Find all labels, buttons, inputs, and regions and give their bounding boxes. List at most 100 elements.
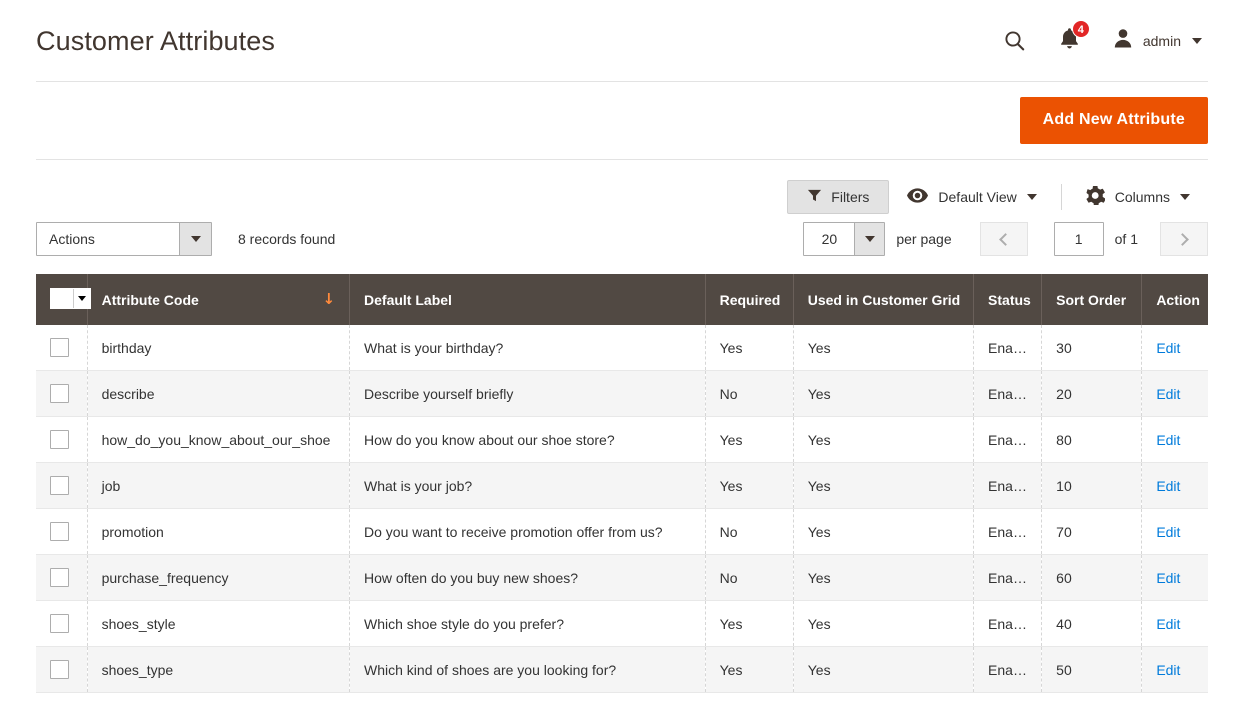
chevron-down-icon — [190, 236, 201, 242]
row-checkbox[interactable] — [50, 614, 69, 633]
row-checkbox[interactable] — [50, 338, 69, 357]
column-header-action: Action — [1141, 274, 1208, 325]
page-header: Customer Attributes 4 admin — [36, 0, 1208, 82]
row-checkbox[interactable] — [50, 660, 69, 679]
edit-link[interactable]: Edit — [1156, 616, 1180, 632]
edit-link[interactable]: Edit — [1156, 432, 1180, 448]
edit-link[interactable]: Edit — [1156, 386, 1180, 402]
column-header-sort-order[interactable]: Sort Order — [1041, 274, 1143, 325]
edit-link[interactable]: Edit — [1156, 524, 1180, 540]
cell-sort-order: 40 — [1041, 600, 1143, 647]
notifications-button[interactable]: 4 — [1043, 19, 1096, 62]
page-number-input[interactable] — [1053, 222, 1104, 256]
cell-action: Edit — [1141, 370, 1208, 417]
column-header-used-in-customer-grid[interactable]: Used in Customer Grid — [793, 274, 975, 325]
cell-required: Yes — [705, 325, 794, 371]
cell-used-in-customer-grid: Yes — [793, 325, 975, 371]
cell-attribute-code: shoes_type — [87, 646, 351, 693]
filters-button[interactable]: Filters — [787, 180, 890, 214]
cell-used-in-customer-grid: Yes — [793, 554, 975, 601]
search-icon — [1003, 29, 1027, 53]
table-row: promotion Do you want to receive promotio… — [36, 508, 1208, 555]
row-checkbox[interactable] — [50, 568, 69, 587]
row-checkbox[interactable] — [50, 522, 69, 541]
cell-sort-order: 70 — [1041, 508, 1143, 555]
cell-default-label: Which kind of shoes are you looking for? — [349, 646, 706, 693]
row-select-cell[interactable] — [36, 600, 88, 647]
row-select-cell[interactable] — [36, 325, 88, 371]
notification-badge: 4 — [1071, 19, 1090, 38]
row-checkbox[interactable] — [50, 476, 69, 495]
total-pages-label: of 1 — [1114, 231, 1138, 247]
row-checkbox[interactable] — [50, 430, 69, 449]
column-header-status[interactable]: Status — [973, 274, 1043, 325]
table-header-row: Attribute Code ↓ Default Label Required … — [36, 274, 1208, 325]
edit-link[interactable]: Edit — [1156, 570, 1180, 586]
chevron-left-icon — [998, 232, 1012, 246]
per-page-label: per page — [896, 231, 952, 247]
row-select-cell[interactable] — [36, 508, 88, 555]
search-button[interactable] — [987, 20, 1043, 62]
cell-used-in-customer-grid: Yes — [793, 508, 975, 555]
cell-sort-order: 50 — [1041, 646, 1143, 693]
table-row: describe Describe yourself briefly No Yes En… — [36, 370, 1208, 417]
cell-action: Edit — [1141, 554, 1208, 601]
table-row: purchase_frequency How often do you buy n… — [36, 554, 1208, 601]
chevron-down-icon — [78, 296, 86, 301]
table-row: birthday What is your birthday? Yes Yes Enab… — [36, 325, 1208, 371]
previous-page-button[interactable] — [979, 222, 1028, 256]
row-checkbox[interactable] — [50, 384, 69, 403]
chevron-down-icon — [864, 236, 875, 242]
actions-dropdown-toggle[interactable] — [179, 223, 211, 255]
admin-menu[interactable]: admin — [1096, 27, 1208, 54]
edit-link[interactable]: Edit — [1156, 662, 1180, 678]
table-row: shoes_type Which kind of shoes are you lo… — [36, 646, 1208, 693]
column-header-label: Attribute Code — [101, 291, 199, 308]
cell-status: Enable — [973, 554, 1043, 601]
per-page-dropdown-toggle[interactable] — [854, 223, 885, 255]
row-select-cell[interactable] — [36, 462, 88, 509]
select-all-dropdown-toggle[interactable] — [73, 289, 90, 308]
edit-link[interactable]: Edit — [1156, 478, 1180, 494]
cell-sort-order: 10 — [1041, 462, 1143, 509]
cell-sort-order: 20 — [1041, 370, 1143, 417]
cell-status: Enable — [973, 462, 1043, 509]
default-view-selector[interactable]: Default View — [889, 180, 1054, 214]
table-body: birthday What is your birthday? Yes Yes Enab… — [36, 325, 1208, 693]
admin-page: Customer Attributes 4 admin Add New Attr… — [0, 0, 1244, 703]
select-all-header[interactable] — [36, 274, 91, 325]
add-new-attribute-button[interactable]: Add New Attribute — [1019, 97, 1208, 144]
chevron-right-icon — [1176, 232, 1189, 246]
cell-action: Edit — [1141, 416, 1208, 463]
cell-required: No — [705, 508, 794, 555]
select-all-checkbox[interactable] — [51, 289, 73, 308]
table-row: shoes_style Which shoe style do you prefe… — [36, 600, 1208, 647]
pagination: of 1 — [979, 222, 1208, 256]
cell-used-in-customer-grid: Yes — [793, 416, 975, 463]
row-select-cell[interactable] — [36, 554, 88, 601]
per-page-dropdown[interactable]: 20 — [803, 222, 886, 256]
funnel-icon — [807, 188, 822, 206]
next-page-button[interactable] — [1160, 222, 1208, 256]
row-select-cell[interactable] — [36, 416, 88, 463]
cell-default-label: How do you know about our shoe store? — [349, 416, 706, 463]
column-header-attribute-code[interactable]: Attribute Code ↓ — [87, 274, 351, 325]
columns-selector[interactable]: Columns — [1068, 180, 1208, 214]
cell-required: Yes — [705, 600, 794, 647]
cell-action: Edit — [1141, 325, 1208, 371]
edit-link[interactable]: Edit — [1156, 340, 1180, 356]
cell-used-in-customer-grid: Yes — [793, 370, 975, 417]
select-all-control[interactable] — [50, 288, 91, 309]
eye-icon — [907, 188, 929, 206]
cell-attribute-code: promotion — [87, 508, 351, 555]
column-header-required[interactable]: Required — [705, 274, 794, 325]
cell-required: No — [705, 370, 794, 417]
cell-default-label: Do you want to receive promotion offer f… — [349, 508, 706, 555]
table-head: Attribute Code ↓ Default Label Required … — [36, 274, 1208, 325]
row-select-cell[interactable] — [36, 370, 88, 417]
admin-username: admin — [1142, 32, 1181, 49]
actions-dropdown[interactable]: Actions — [36, 222, 212, 256]
row-select-cell[interactable] — [36, 646, 88, 693]
column-header-default-label[interactable]: Default Label — [349, 274, 706, 325]
cell-used-in-customer-grid: Yes — [793, 462, 975, 509]
